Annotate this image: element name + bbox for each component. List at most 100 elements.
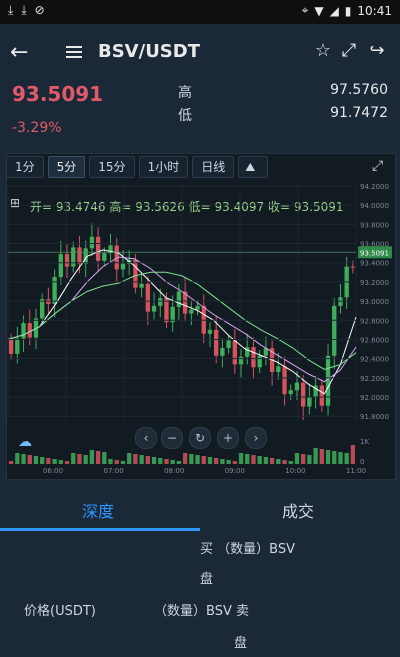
tab-timeframe-5m[interactable]: 5分 xyxy=(47,156,86,178)
volume-bar xyxy=(46,458,51,464)
volume-bar xyxy=(263,457,269,464)
candle-body xyxy=(158,298,163,306)
volume-bar xyxy=(120,461,126,464)
expand-chart-icon[interactable]: ⤢ xyxy=(372,158,388,174)
tab-depth[interactable]: 深度 xyxy=(82,498,114,522)
candle-body xyxy=(319,385,324,406)
battery-icon: ▮ xyxy=(344,3,352,18)
list-menu-icon[interactable] xyxy=(66,44,82,58)
x-tick-label: 09:00 xyxy=(225,467,245,475)
sell-side-label: 盘 xyxy=(234,636,248,651)
candle-body xyxy=(89,236,95,249)
volume-tick-label: 1K xyxy=(360,438,369,446)
volume-bar xyxy=(158,458,163,464)
star-icon[interactable]: ☆ xyxy=(312,40,334,62)
low-label: 低 xyxy=(178,108,192,124)
candle-body xyxy=(15,338,20,354)
tab-timeframe-15m[interactable]: 15分 xyxy=(89,156,135,178)
buy-qty-label: 买 （数量）BSV xyxy=(200,542,295,557)
indicator-icon[interactable]: ⛰ xyxy=(238,156,269,178)
zoom-in-button[interactable]: + xyxy=(217,427,239,449)
candle-body xyxy=(120,263,126,270)
volume-bar xyxy=(8,461,14,464)
volume-bar xyxy=(288,461,293,464)
reset-button[interactable]: ↻ xyxy=(189,427,211,449)
volume-bar xyxy=(238,453,244,464)
volume-bar xyxy=(332,451,337,464)
volume-bar xyxy=(319,449,324,464)
candle-body xyxy=(232,340,237,365)
last-price-tag-label: 93.5091 xyxy=(360,249,389,257)
back-arrow-icon[interactable]: ← xyxy=(10,40,28,65)
candle-body xyxy=(288,390,293,395)
candle-body xyxy=(164,298,169,323)
candle-body xyxy=(71,247,76,267)
tab-trades[interactable]: 成交 xyxy=(282,498,314,522)
candle-body xyxy=(251,347,256,368)
fullscreen-icon[interactable]: ⤢ xyxy=(338,40,360,62)
candle-body xyxy=(301,382,306,407)
candle-body xyxy=(40,299,45,319)
volume-bar xyxy=(15,453,20,464)
volume-bar xyxy=(21,454,26,464)
cloud-icon[interactable]: ☁ xyxy=(18,434,32,450)
app-header: ← BSV/USDT ☆ ⤢ ↪ xyxy=(0,24,400,80)
volume-bar xyxy=(164,459,169,464)
volume-bar xyxy=(83,455,88,464)
volume-bar xyxy=(58,460,63,464)
volume-bar xyxy=(127,453,132,464)
candle-body xyxy=(189,309,194,314)
y-tick-label: 93.2000 xyxy=(360,279,389,287)
candle-body xyxy=(145,283,150,312)
volume-bar xyxy=(245,454,250,464)
download-icon: ⤓ xyxy=(8,3,14,17)
volume-bar xyxy=(95,451,101,464)
status-bar: ⤓ ⤓ ⊘ ⌖ ▼ ◢ ▮ 10:41 xyxy=(0,0,400,24)
volume-bar xyxy=(27,455,32,464)
price-change: -3.29% xyxy=(12,120,62,136)
tab-timeframe-1h[interactable]: 1小时 xyxy=(138,156,189,178)
y-tick-label: 94.0000 xyxy=(360,202,389,210)
candle-body xyxy=(8,339,14,354)
active-tab-indicator xyxy=(0,528,200,531)
volume-bar xyxy=(226,460,231,464)
volume-bar xyxy=(151,457,157,464)
volume-bar xyxy=(108,459,113,464)
share-icon[interactable]: ↪ xyxy=(366,40,388,62)
x-tick-label: 06:00 xyxy=(43,467,63,475)
buy-side-label: 盘 xyxy=(200,572,214,587)
x-tick-label: 10:00 xyxy=(285,467,305,475)
volume-bar xyxy=(52,459,57,464)
pair-title[interactable]: BSV/USDT xyxy=(98,41,200,62)
volume-bar xyxy=(207,457,213,464)
candle-body xyxy=(245,347,250,357)
scroll-right-button[interactable]: › xyxy=(245,427,267,449)
candle-body xyxy=(238,356,244,365)
volume-bar xyxy=(176,461,182,464)
timeframe-bar: 1分 5分 15分 1小时 日线 ⛰ xyxy=(6,156,269,178)
download-icon: ⤓ xyxy=(21,3,27,17)
candle-body xyxy=(195,305,200,310)
last-price: 93.5091 xyxy=(12,82,104,106)
volume-bar xyxy=(133,454,138,464)
volume-bar xyxy=(182,453,188,464)
volume-bar xyxy=(102,452,107,464)
scroll-left-button[interactable]: ‹ xyxy=(135,427,157,449)
x-tick-label: 07:00 xyxy=(104,467,124,475)
x-tick-label: 08:00 xyxy=(164,467,184,475)
x-tick-label: 11:00 xyxy=(346,467,366,475)
volume-bar xyxy=(139,455,144,464)
volume-bar xyxy=(257,456,262,464)
tab-timeframe-1m[interactable]: 1分 xyxy=(6,156,44,178)
tab-timeframe-1d[interactable]: 日线 xyxy=(192,156,235,178)
y-tick-label: 92.4000 xyxy=(360,356,389,364)
candle-body xyxy=(58,254,63,278)
y-tick-label: 92.0000 xyxy=(360,394,389,402)
candle-body xyxy=(176,291,182,307)
candle-body xyxy=(276,366,281,373)
zoom-out-button[interactable]: − xyxy=(161,427,183,449)
candle-body xyxy=(214,329,219,356)
y-tick-label: 94.2000 xyxy=(360,183,389,191)
y-tick-label: 92.6000 xyxy=(360,336,389,344)
y-tick-label: 93.8000 xyxy=(360,221,389,229)
